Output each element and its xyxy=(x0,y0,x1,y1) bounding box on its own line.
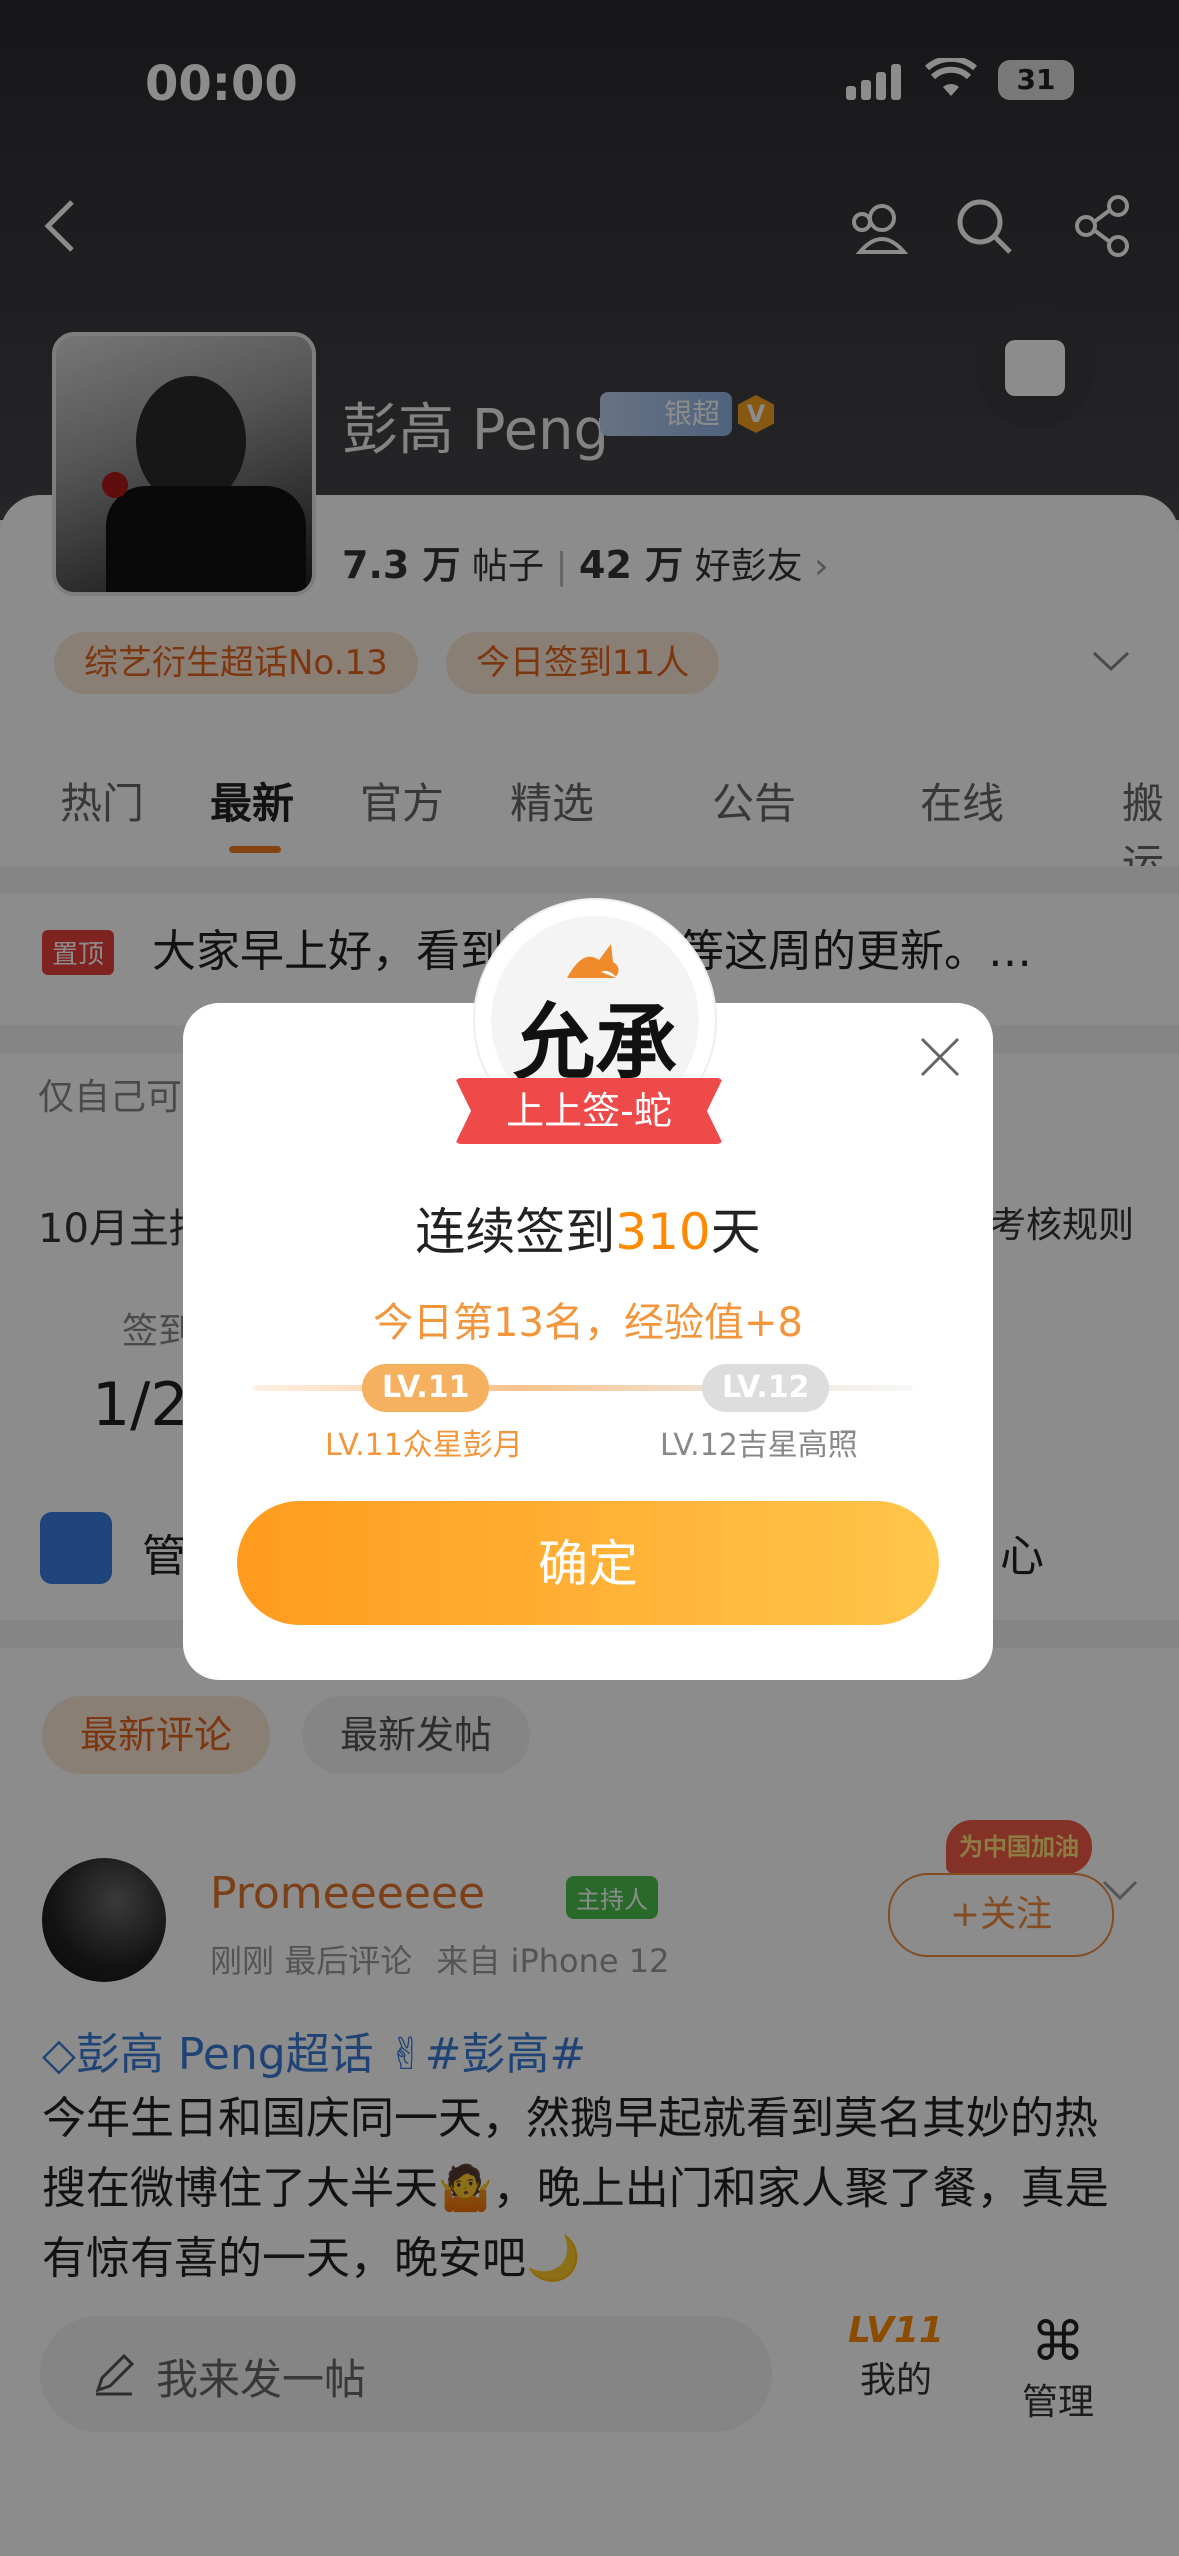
today-rank-exp: 今日第13名，经验值+8 xyxy=(373,1300,803,1346)
streak-suffix: 天 xyxy=(710,1203,761,1261)
close-icon[interactable] xyxy=(918,1035,962,1079)
current-level-name: LV.11众星彭月 xyxy=(325,1428,523,1463)
current-level-pill: LV.11 xyxy=(362,1364,490,1412)
fortune-calligraphy: 允承 xyxy=(513,995,678,1091)
fortune-ribbon: 上上签-蛇 xyxy=(455,1078,723,1144)
confirm-button[interactable]: 确定 xyxy=(237,1501,939,1625)
streak-prefix: 连续签到 xyxy=(415,1203,616,1261)
checkin-streak: 连续签到310天 xyxy=(183,1192,993,1264)
next-level-pill: LV.12 xyxy=(702,1364,830,1412)
streak-days: 310 xyxy=(615,1203,711,1261)
next-level-name: LV.12吉星高照 xyxy=(660,1428,858,1463)
